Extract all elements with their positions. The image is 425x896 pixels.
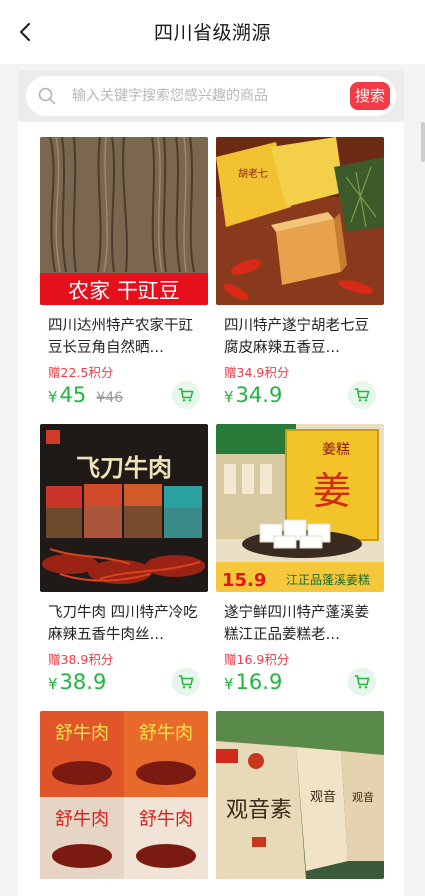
header-bar: 四川省级溯源	[0, 0, 425, 64]
svg-text:姜糕: 姜糕	[322, 442, 350, 458]
points-badge: 赠38.9积分	[48, 652, 114, 667]
product-name[interactable]: 四川达州特产农家干豇豆长豆角自然晒…	[48, 315, 200, 359]
search-bar: 搜索	[26, 76, 396, 116]
add-to-cart-button[interactable]	[348, 668, 376, 696]
cart-icon	[178, 675, 194, 689]
beef-jerky-image: 飞刀牛肉	[40, 424, 208, 592]
cart-icon	[354, 675, 370, 689]
svg-text:舒牛肉: 舒牛肉	[55, 723, 109, 744]
product-image[interactable]: 飞刀牛肉	[40, 424, 208, 592]
product-image[interactable]: 农家 干豇豆	[40, 137, 208, 305]
price-row: ¥ 45 ¥46	[48, 383, 123, 411]
currency-symbol: ¥	[48, 388, 58, 406]
product-image[interactable]: 姜糕 姜 15.9 江正品蓬溪姜糕	[216, 424, 384, 592]
scrollbar[interactable]	[421, 122, 425, 162]
svg-text:观音素: 观音素	[226, 798, 292, 823]
add-to-cart-button[interactable]	[172, 668, 200, 696]
product-name[interactable]: 飞刀牛肉 四川特产冷吃麻辣五香牛肉丝…	[48, 602, 200, 646]
search-button[interactable]: 搜索	[350, 82, 390, 110]
cart-icon	[178, 388, 194, 402]
points-badge: 赠34.9积分	[224, 365, 290, 380]
page-title: 四川省级溯源	[153, 22, 271, 44]
product-name[interactable]: 四川特产遂宁胡老七豆腐皮麻辣五香豆…	[224, 315, 376, 359]
add-to-cart-button[interactable]	[348, 381, 376, 409]
points-badge: 赠22.5积分	[48, 365, 114, 380]
svg-text:农家 干豇豆: 农家 干豇豆	[68, 279, 180, 303]
price: 45	[59, 383, 87, 407]
svg-text:舒牛肉: 舒牛肉	[139, 723, 193, 744]
dried-beans-image: 农家 干豇豆	[40, 137, 208, 305]
svg-text:15.9: 15.9	[222, 570, 266, 591]
tofu-skin-image: 胡老七	[216, 137, 384, 305]
screen: 四川省级溯源 搜索	[0, 0, 425, 896]
price-row: ¥ 38.9	[48, 670, 106, 698]
svg-text:江正品蓬溪姜糕: 江正品蓬溪姜糕	[286, 573, 370, 587]
svg-text:飞刀牛肉: 飞刀牛肉	[76, 454, 172, 482]
currency-symbol: ¥	[224, 675, 234, 693]
svg-text:观音: 观音	[352, 790, 374, 804]
svg-text:姜: 姜	[313, 469, 351, 513]
product-name[interactable]: 遂宁鲜四川特产蓬溪姜糕江正品姜糕老…	[224, 602, 376, 646]
price-row: ¥ 34.9	[224, 383, 282, 411]
price: 38.9	[59, 670, 107, 694]
search-container: 搜索	[18, 70, 404, 122]
svg-text:胡老七: 胡老七	[238, 167, 268, 180]
product-image[interactable]: 舒牛肉 舒牛肉 舒牛肉 舒牛肉	[40, 711, 208, 879]
currency-symbol: ¥	[48, 675, 58, 693]
shredded-beef-image: 舒牛肉 舒牛肉 舒牛肉 舒牛肉	[40, 711, 208, 879]
guanyin-vegetarian-image: 观音素 观音 观音	[216, 711, 384, 879]
ginger-cake-image: 姜糕 姜 15.9 江正品蓬溪姜糕	[216, 424, 384, 592]
price: 34.9	[235, 383, 283, 407]
price-row: ¥ 16.9	[224, 670, 282, 698]
points-badge: 赠16.9积分	[224, 652, 290, 667]
product-image[interactable]: 胡老七	[216, 137, 384, 305]
search-icon	[38, 87, 56, 105]
add-to-cart-button[interactable]	[172, 381, 200, 409]
price: 16.9	[235, 670, 283, 694]
search-input[interactable]	[72, 85, 312, 107]
cart-icon	[354, 388, 370, 402]
original-price: ¥46	[96, 390, 124, 406]
currency-symbol: ¥	[224, 388, 234, 406]
svg-text:舒牛肉: 舒牛肉	[55, 809, 109, 830]
svg-text:舒牛肉: 舒牛肉	[139, 809, 193, 830]
product-image[interactable]: 观音素 观音 观音	[216, 711, 384, 879]
svg-text:观音: 观音	[310, 789, 336, 805]
